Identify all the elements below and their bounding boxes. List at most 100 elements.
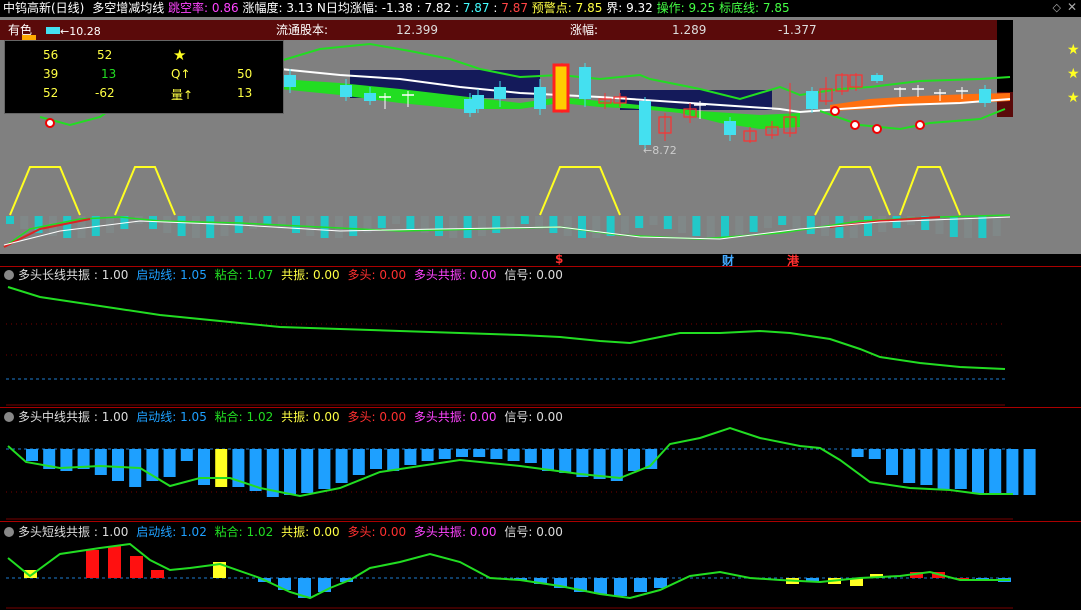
high-marker-icon <box>46 27 60 34</box>
volume-bar <box>292 216 300 233</box>
short-bar <box>594 578 607 594</box>
mid-bar <box>868 449 881 459</box>
top-item-value: 7.87 <box>459 1 490 15</box>
panel-3-chart[interactable] <box>0 522 1081 610</box>
volume-bar <box>492 216 501 233</box>
volume-bar <box>635 216 644 228</box>
volume-bar <box>477 216 486 236</box>
volume-bar <box>435 216 443 236</box>
top-status-bar: 中钨高新(日线) 多空增减均线 跳空率: 0.86 涨幅度: 3.13 N日均涨… <box>0 0 1081 17</box>
info-box: 56 52 ★ 39 13 Q↑ 50 52 -62 量↑ 13 <box>4 40 284 114</box>
envelope-lower-right <box>819 108 1006 131</box>
volume-bar <box>663 216 672 229</box>
mid-bar <box>507 449 520 461</box>
volume-bar <box>520 216 529 224</box>
volume-bar <box>935 216 944 234</box>
mid-bar <box>215 449 228 487</box>
info-r3-c: 量↑ <box>171 88 194 102</box>
mid-bar <box>972 449 984 493</box>
volume-bar <box>964 216 973 238</box>
volume-bar <box>220 216 229 236</box>
marker-circle <box>45 118 55 128</box>
volume-bar <box>806 216 815 234</box>
top-item-label: 操作: <box>652 1 685 15</box>
volume-ma-red-1 <box>3 218 91 248</box>
volume-bar <box>149 216 157 229</box>
panel-1-chart[interactable] <box>0 267 1081 407</box>
mid-bar <box>1006 449 1019 495</box>
volume-bar <box>249 216 258 229</box>
info-r2-a: 39 <box>43 67 59 81</box>
star-icon: ★ <box>173 46 187 64</box>
mid-bar <box>542 449 554 471</box>
mid-bar <box>937 449 950 489</box>
mid-bar <box>370 449 382 469</box>
top-item-label: 预警点: <box>527 1 572 15</box>
top-item-label: : <box>451 1 460 15</box>
mid-bar <box>628 449 640 471</box>
short-bar <box>130 556 143 578</box>
volume-bar <box>191 216 200 238</box>
signal-triangle <box>539 166 621 216</box>
candle-down <box>979 89 991 103</box>
mid-bar <box>954 449 967 489</box>
candle-down <box>472 95 484 109</box>
short-bar <box>108 546 121 578</box>
short-bar <box>634 578 647 592</box>
top-item-value: 7.87 <box>497 1 528 15</box>
volume-bar <box>377 216 386 228</box>
mid-bar <box>1023 449 1036 495</box>
mid-bar <box>473 449 486 457</box>
volume-bar <box>592 216 601 238</box>
short-bar <box>614 578 627 596</box>
volume-bar <box>163 216 172 233</box>
panel-2-chart[interactable] <box>0 408 1081 521</box>
volume-bar <box>20 216 29 229</box>
mid-bar <box>610 449 623 481</box>
mid-bar <box>352 449 365 475</box>
short-bar <box>151 570 164 578</box>
candle-down <box>284 75 296 87</box>
mid-bar <box>198 449 210 485</box>
volume-bar <box>678 216 687 233</box>
volume-bar <box>620 216 629 233</box>
mid-bar <box>851 449 864 457</box>
short-bar <box>86 550 99 578</box>
dollar-marker: $ <box>555 252 564 266</box>
mid-bar <box>180 449 193 461</box>
volume-bar <box>463 216 472 238</box>
top-item-value: 3.13 <box>282 1 314 15</box>
volume-bar <box>649 216 658 225</box>
mid-bar <box>886 449 898 475</box>
volume-bar <box>878 216 887 232</box>
mid-bar <box>421 449 434 461</box>
window-diamond-icon[interactable]: ◇ <box>1053 1 1061 14</box>
highlight-candle <box>552 63 570 113</box>
top-item-value: 9.25 <box>684 1 716 15</box>
mid-bar <box>456 449 468 457</box>
top-item-value: 0.86 <box>208 1 239 15</box>
mid-bar <box>112 449 124 481</box>
marker-circle <box>850 120 860 130</box>
mid-bar <box>26 449 38 461</box>
mid-bar <box>94 449 107 475</box>
candle-down <box>364 93 376 101</box>
volume-bar <box>549 216 558 233</box>
star-icon-1: ★ <box>1067 42 1080 58</box>
candle-down <box>534 87 546 109</box>
top-item-label: 界: <box>602 1 623 15</box>
volume-bar <box>206 216 215 238</box>
volume-bar <box>563 216 572 236</box>
mid-bar <box>559 449 572 473</box>
mid-bar <box>490 449 503 459</box>
star-icon-3: ★ <box>1067 90 1080 106</box>
info-r3-b: -62 <box>95 86 115 100</box>
mid-bar <box>318 449 331 489</box>
top-item-value: -1.38 <box>377 1 413 15</box>
volume-bar <box>449 216 458 238</box>
close-icon[interactable]: ✕ <box>1067 0 1077 14</box>
mid-bar <box>524 449 537 463</box>
top-item-label: N日均涨幅: <box>313 1 378 15</box>
mid-line-curve <box>7 426 1013 498</box>
volume-bar <box>392 216 401 224</box>
